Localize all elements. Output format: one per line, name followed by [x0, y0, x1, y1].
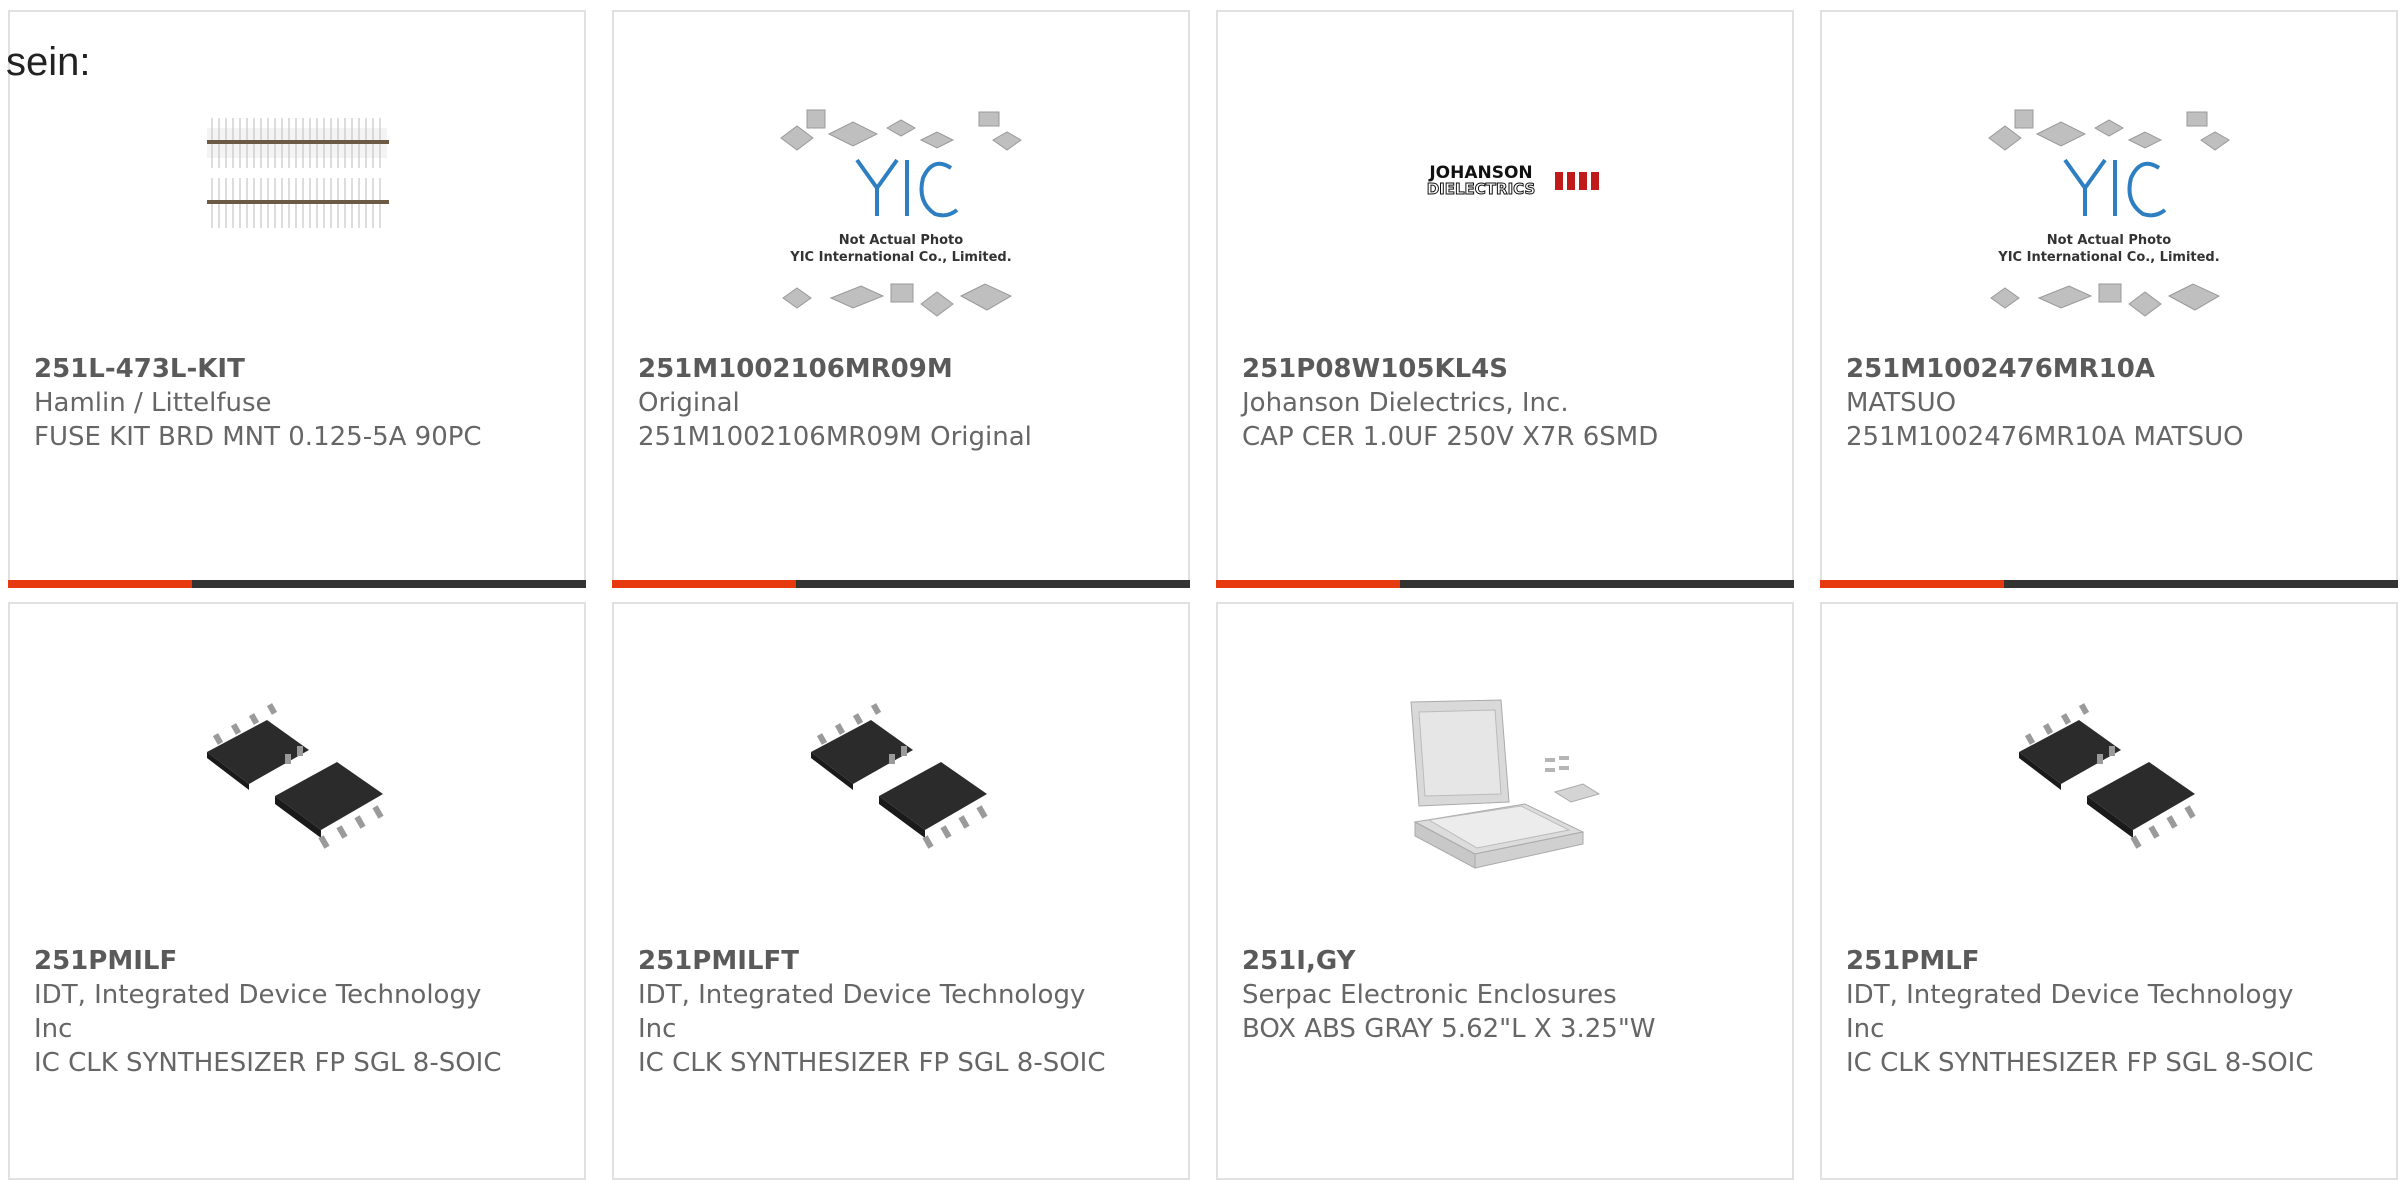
fuse-kit-image [207, 118, 389, 228]
product-card[interactable]: 251L-473L-KIT Hamlin / Littelfuse FUSE K… [8, 10, 586, 588]
description: IC CLK SYNTHESIZER FP SGL 8-SOIC [34, 1048, 502, 1078]
manufacturer: MATSUO [1846, 388, 1957, 418]
product-image[interactable]: JOHANSON DIELECTRICS [1405, 78, 1605, 278]
part-number[interactable]: 251PMILFT [638, 944, 1128, 978]
description: IC CLK SYNTHESIZER FP SGL 8-SOIC [638, 1048, 1106, 1078]
description: BOX ABS GRAY 5.62"L X 3.25"W [1242, 1014, 1656, 1044]
part-number[interactable]: 251PMLF [1846, 944, 2336, 978]
part-number[interactable]: 251I,GY [1242, 944, 1732, 978]
manufacturer: IDT, Integrated Device Technology Inc [638, 980, 1086, 1044]
part-number[interactable]: 251L-473L-KIT [34, 352, 524, 386]
manufacturer: Johanson Dielectrics, Inc. [1242, 388, 1569, 418]
manufacturer: IDT, Integrated Device Technology Inc [34, 980, 482, 1044]
description: CAP CER 1.0UF 250V X7R 6SMD [1242, 422, 1659, 452]
description: 251M1002106MR09M Original [638, 422, 1032, 452]
image-caption: Not Actual Photo [2047, 233, 2171, 248]
yic-placeholder-image: Not Actual Photo YIC International Co., … [1988, 109, 2230, 317]
product-card[interactable]: Not Actual Photo YIC International Co., … [1820, 10, 2398, 588]
manufacturer: Serpac Electronic Enclosures [1242, 980, 1617, 1010]
card-accent-bar [612, 580, 1190, 588]
soic-chip-image [811, 703, 988, 849]
product-image[interactable]: Not Actual Photo YIC International Co., … [761, 98, 1041, 338]
description: 251M1002476MR10A MATSUO [1846, 422, 2244, 452]
product-image[interactable] [801, 672, 1001, 872]
soic-chip-image [2019, 703, 2196, 849]
description: IC CLK SYNTHESIZER FP SGL 8-SOIC [1846, 1048, 2314, 1078]
johanson-logo-image: JOHANSON DIELECTRICS [1426, 163, 1599, 199]
image-caption: Not Actual Photo [839, 233, 963, 248]
product-card[interactable]: 251I,GY Serpac Electronic Enclosures BOX… [1216, 602, 1794, 1180]
manufacturer: Hamlin / Littelfuse [34, 388, 272, 418]
intro-text: sein: [6, 40, 91, 84]
card-accent-bar [1820, 580, 2398, 588]
product-image[interactable] [197, 78, 397, 278]
product-grid: 251L-473L-KIT Hamlin / Littelfuse FUSE K… [8, 10, 2398, 1180]
product-image[interactable] [2009, 672, 2209, 872]
enclosure-box-image [1410, 699, 1601, 869]
product-card[interactable]: JOHANSON DIELECTRICS 251P08W105KL4S Joha… [1216, 10, 1794, 588]
product-card[interactable]: 251PMLF IDT, Integrated Device Technolog… [1820, 602, 2398, 1180]
product-image[interactable] [197, 672, 397, 872]
yic-placeholder-image: Not Actual Photo YIC International Co., … [780, 109, 1022, 317]
card-accent-bar [1216, 580, 1794, 588]
product-image[interactable]: Not Actual Photo YIC International Co., … [1969, 98, 2249, 338]
soic-chip-image [207, 703, 384, 849]
product-image[interactable] [1405, 672, 1605, 872]
manufacturer: IDT, Integrated Device Technology Inc [1846, 980, 2294, 1044]
part-number[interactable]: 251P08W105KL4S [1242, 352, 1732, 386]
part-number[interactable]: 251PMILF [34, 944, 524, 978]
image-caption: YIC International Co., Limited. [789, 250, 1011, 265]
description: FUSE KIT BRD MNT 0.125-5A 90PC [34, 422, 482, 452]
product-card[interactable]: 251PMILF IDT, Integrated Device Technolo… [8, 602, 586, 1180]
product-card[interactable]: 251PMILFT IDT, Integrated Device Technol… [612, 602, 1190, 1180]
logo-text: DIELECTRICS [1427, 180, 1536, 198]
product-card[interactable]: Not Actual Photo YIC International Co., … [612, 10, 1190, 588]
part-number[interactable]: 251M1002106MR09M [638, 352, 1128, 386]
card-accent-bar [8, 580, 586, 588]
image-caption: YIC International Co., Limited. [1997, 250, 2219, 265]
part-number[interactable]: 251M1002476MR10A [1846, 352, 2336, 386]
manufacturer: Original [638, 388, 740, 418]
